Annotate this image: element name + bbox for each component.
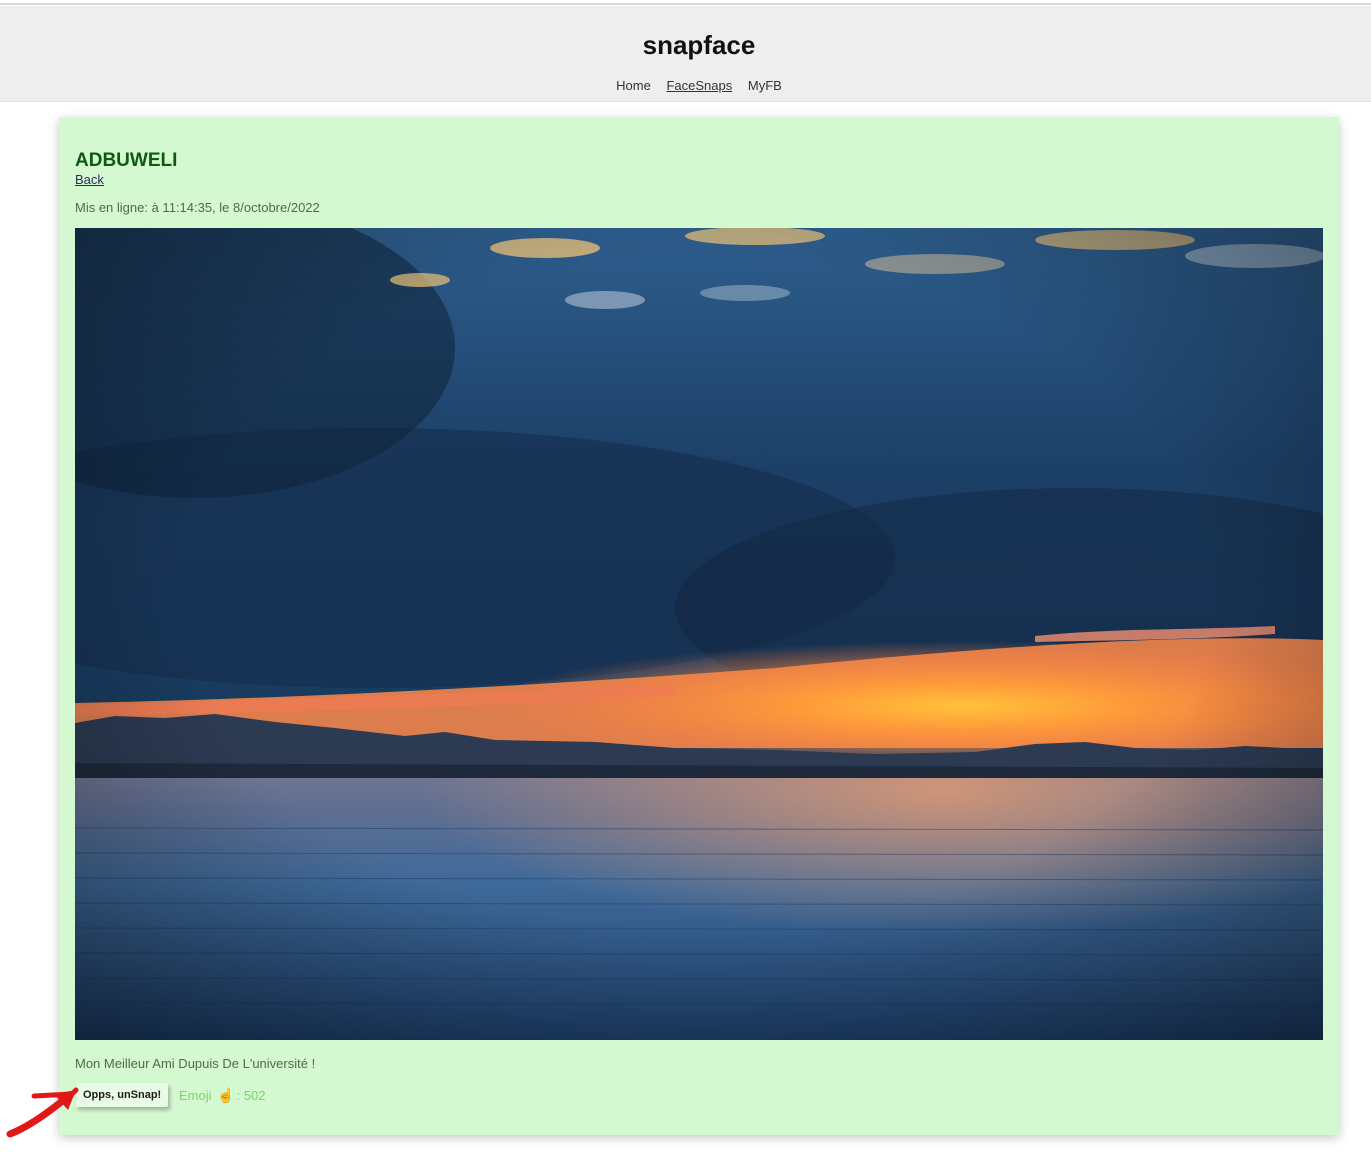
nav-item-home[interactable]: Home [616, 78, 651, 93]
nav-item-facesnaps[interactable]: FaceSnaps [666, 78, 732, 93]
snaps-count: 502 [243, 1088, 266, 1103]
app-brand: snapface [642, 30, 756, 60]
back-link[interactable]: Back [75, 172, 104, 187]
emoji-separator: : [236, 1088, 241, 1103]
snap-photo [75, 228, 1323, 1040]
nav-item-myfb[interactable]: MyFB [748, 78, 782, 93]
top-divider [0, 3, 1371, 5]
emoji-label: Emoji [179, 1088, 212, 1103]
main-nav: Home FaceSnaps MyFB [0, 78, 1371, 93]
snap-counter: Emoji ☝: 502 [179, 1087, 266, 1104]
facesnap-card: ADBUWELI Back Mis en ligne: à 11:14:35, … [59, 117, 1339, 1135]
pointing-hand-icon: ☝ [217, 1087, 235, 1103]
snap-title: ADBUWELI [75, 150, 178, 171]
unsnap-button[interactable]: Opps, unSnap! [76, 1083, 169, 1107]
app-header: snapface Home FaceSnaps MyFB [0, 6, 1371, 102]
red-arrow-icon [6, 1087, 79, 1138]
snap-description: Mon Meilleur Ami Dupuis De L'université … [75, 1056, 316, 1071]
posted-date: Mis en ligne: à 11:14:35, le 8/octobre/2… [75, 200, 320, 215]
